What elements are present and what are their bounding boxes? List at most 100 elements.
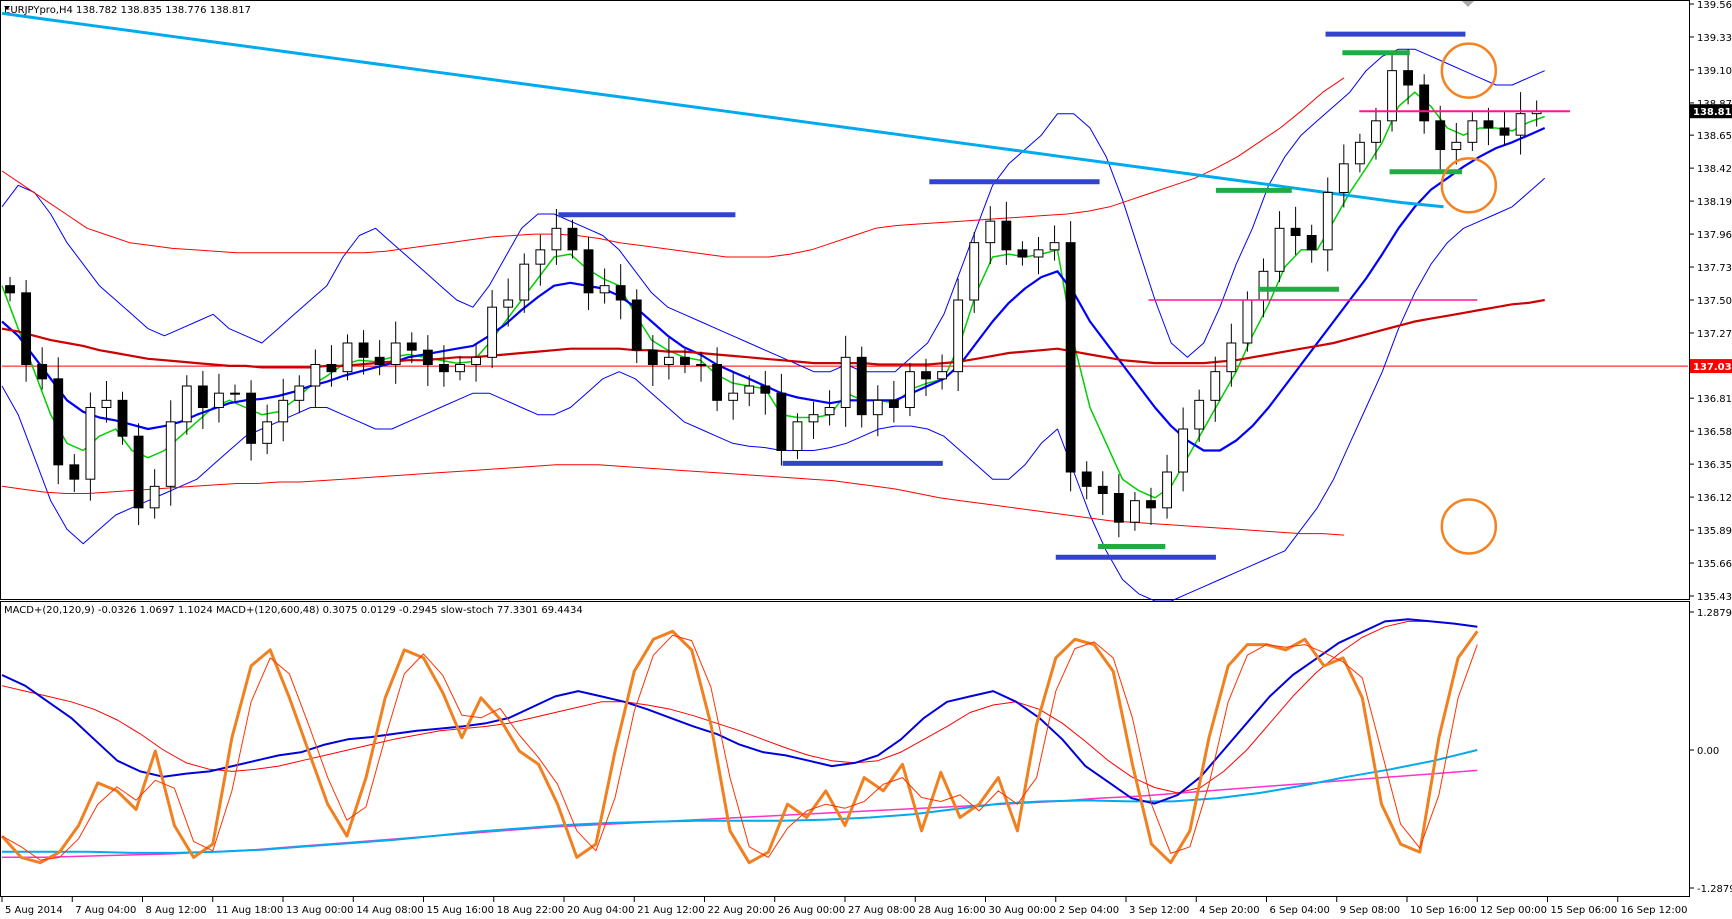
candle-body	[840, 356, 851, 409]
price-axis-label: 138.420	[1697, 164, 1732, 175]
candle-body	[1146, 500, 1156, 509]
candle-body	[1113, 493, 1124, 523]
time-axis-label: 20 Aug 04:00	[567, 905, 634, 916]
candle-body	[1451, 141, 1462, 150]
candle-body	[438, 364, 449, 373]
candle-body	[117, 399, 128, 437]
candle-body	[149, 485, 160, 509]
oscillator-pane-header: MACD+(20,120,9) -0.0326 1.0697 1.1024 MA…	[4, 605, 583, 616]
candle-body	[953, 299, 964, 373]
candle-body	[856, 356, 867, 416]
price-axis-label: 138.650	[1697, 131, 1732, 142]
candle-body	[1483, 120, 1494, 129]
candle-body	[921, 371, 931, 380]
time-axis-label: 7 Aug 04:00	[75, 905, 136, 916]
candle-body	[792, 421, 803, 452]
time-axis-label: 26 Aug 00:00	[778, 905, 845, 916]
candle-body	[1354, 141, 1365, 165]
price-axis-label: 137.960	[1697, 230, 1732, 241]
time-axis-label: 15 Aug 16:00	[427, 905, 494, 916]
candle-body	[1194, 399, 1205, 430]
candle-body	[1097, 485, 1108, 495]
candle-body	[1435, 120, 1446, 150]
price-axis-label: 135.665	[1697, 559, 1732, 570]
candle-body	[53, 378, 64, 466]
candle-body	[872, 399, 883, 416]
candle-body	[728, 392, 739, 401]
time-axis-label: 12 Sep 00:00	[1480, 905, 1547, 916]
candle-body	[197, 385, 208, 409]
candle-body	[165, 421, 176, 487]
candle-body	[1371, 120, 1381, 143]
time-axis-label: 28 Aug 16:00	[918, 905, 985, 916]
candle-body	[744, 385, 755, 394]
candle-body	[647, 349, 658, 366]
candle-body	[583, 249, 594, 294]
candle-body	[310, 364, 321, 387]
candle-body	[680, 356, 690, 366]
candle-body	[294, 385, 305, 401]
candle-body	[1226, 342, 1237, 373]
candle-body	[390, 342, 401, 366]
candle-body	[969, 242, 980, 301]
price-axis-label: 136.815	[1697, 394, 1732, 405]
candle-body	[1210, 371, 1221, 401]
time-axis-label: 3 Sep 12:00	[1129, 905, 1189, 916]
candle-body	[455, 364, 465, 373]
candle-body	[503, 299, 514, 308]
candle-body	[406, 342, 417, 351]
candle-body	[326, 364, 337, 373]
main-pane-header: EURJPYpro,H4 138.782 138.835 138.776 138…	[4, 5, 251, 16]
candle-body	[1033, 249, 1044, 258]
candle-body	[888, 399, 899, 409]
price-axis-label: 136.585	[1697, 427, 1732, 438]
time-axis-label: 4 Sep 20:00	[1199, 905, 1259, 916]
candle-body	[1081, 471, 1092, 487]
candle-body	[1499, 127, 1510, 136]
candle-body	[1178, 428, 1189, 473]
candle-body	[1162, 471, 1172, 509]
candle-body	[101, 399, 112, 409]
time-axis-label: 27 Aug 08:00	[848, 905, 915, 916]
time-axis-label: 10 Sep 16:00	[1410, 905, 1477, 916]
candle-body	[663, 356, 674, 366]
osc-axis-label: 1.2879	[1697, 608, 1732, 619]
candle-body	[37, 364, 48, 380]
price-tag-label: 137.039	[1693, 362, 1732, 373]
candle-body	[1419, 84, 1430, 122]
candle-body	[1322, 191, 1333, 251]
candle-body	[1017, 249, 1028, 258]
candle-body	[1258, 270, 1269, 301]
candle-body	[1306, 234, 1317, 251]
candle-body	[487, 306, 498, 358]
price-tag-label: 138.817	[1693, 107, 1732, 118]
time-axis-label: 11 Aug 18:00	[216, 905, 283, 916]
time-axis-label: 30 Aug 00:00	[989, 905, 1056, 916]
candle-body	[69, 464, 80, 480]
candle-body	[1387, 70, 1397, 122]
candle-body	[374, 356, 385, 366]
price-axis-label: 137.730	[1697, 263, 1732, 274]
price-axis-label: 135.895	[1697, 526, 1732, 537]
chart-canvas: EURJPYpro,H4 138.782 138.835 138.776 138…	[0, 0, 1732, 919]
candle-body	[1515, 113, 1526, 136]
candle-body	[181, 385, 192, 423]
osc-axis-label: 0.00	[1697, 746, 1719, 757]
candle-body	[760, 385, 771, 394]
candle-body	[262, 421, 273, 444]
candle-body	[535, 249, 546, 265]
candle-body	[985, 220, 996, 244]
candle-body	[1065, 242, 1076, 473]
candle-body	[342, 342, 353, 373]
candle-body	[1290, 227, 1301, 236]
candle-body	[551, 227, 562, 251]
candle-body	[1467, 120, 1478, 143]
time-axis-label: 9 Sep 08:00	[1340, 905, 1400, 916]
osc-axis-label: -1.2879	[1697, 884, 1732, 895]
candle-body	[599, 285, 610, 294]
time-axis-label: 15 Sep 06:00	[1551, 905, 1618, 916]
candle-body	[905, 371, 915, 409]
candle-body	[615, 285, 626, 301]
price-axis-label: 136.355	[1697, 460, 1732, 471]
price-axis-label: 139.105	[1697, 66, 1732, 77]
